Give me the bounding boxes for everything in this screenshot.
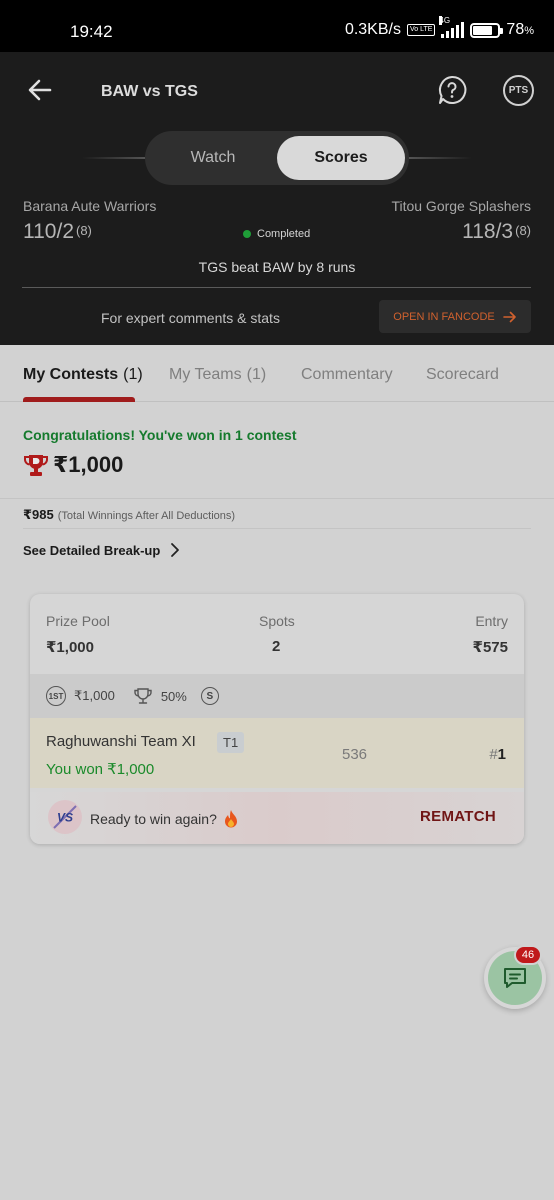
vs-icon: VS xyxy=(48,800,82,834)
status-dot-icon xyxy=(243,230,251,238)
chevron-right-icon xyxy=(171,543,180,557)
tab-my-teams[interactable]: My Teams (1) xyxy=(169,366,266,384)
toggle-scores[interactable]: Scores xyxy=(277,136,405,180)
active-tab-indicator xyxy=(23,397,135,402)
net-winnings: ₹985 (Total Winnings After All Deductions… xyxy=(23,507,236,522)
back-arrow-icon[interactable] xyxy=(24,74,56,106)
divider xyxy=(23,528,531,529)
prize-pool-label: Prize Pool xyxy=(46,613,110,629)
battery-percent: 78% xyxy=(506,21,534,38)
svg-text:VS: VS xyxy=(57,811,73,825)
team-name: Raghuwanshi Team XI xyxy=(46,733,196,750)
trophy-icon xyxy=(24,455,48,476)
help-icon[interactable] xyxy=(436,74,468,106)
team-left-score: 110/2 (8) xyxy=(23,220,92,243)
status-right: 0.3KB/s Vo LTE 4G 78% xyxy=(344,16,534,39)
expert-text: For expert comments & stats xyxy=(101,310,280,326)
divider xyxy=(0,498,554,499)
status-time: 19:42 xyxy=(70,22,113,41)
team-right-score: 118/3 (8) xyxy=(462,220,531,243)
toggle-watch[interactable]: Watch xyxy=(149,136,277,180)
prize-pool-value: ₹1,000 xyxy=(46,639,94,656)
match-title: BAW vs TGS xyxy=(101,83,198,100)
trophy-outline-icon xyxy=(134,688,152,704)
contest-tabs: My Contests (1) My Teams (1) Commentary Sc… xyxy=(0,345,554,402)
tab-commentary[interactable]: Commentary xyxy=(301,366,393,384)
first-prize-icon: 1ST xyxy=(46,686,66,706)
network-speed: 0.3KB/s xyxy=(344,21,401,38)
won-amount-text: You won ₹1,000 xyxy=(46,761,155,778)
team-tag: T1 xyxy=(217,732,245,753)
signal-icon: 4G xyxy=(439,16,465,38)
congrats-text: Congratulations! You've won in 1 contest xyxy=(23,427,297,443)
volte-icon: Vo LTE xyxy=(406,24,436,36)
status-bar: 19:42 0.3KB/s Vo LTE 4G 78% xyxy=(0,0,554,52)
fire-icon xyxy=(224,810,237,828)
tab-my-contests[interactable]: My Contests (1) xyxy=(23,366,143,384)
entry-value: ₹575 xyxy=(472,639,508,656)
winners-percent: 50% xyxy=(160,688,187,704)
team-left-name: Barana Aute Warriors xyxy=(23,198,157,214)
ready-to-win-text: Ready to win again? xyxy=(90,809,239,829)
entry-label: Entry xyxy=(475,613,508,629)
team-rank: #1 xyxy=(489,746,506,763)
rematch-button[interactable]: REMATCH xyxy=(420,808,496,825)
tab-scorecard[interactable]: Scorecard xyxy=(426,366,499,384)
team-right-name: Titou Gorge Splashers xyxy=(391,198,531,214)
rematch-row: VS Ready to win again? REMATCH xyxy=(30,792,524,844)
match-result: TGS beat BAW by 8 runs xyxy=(198,259,356,275)
watch-scores-toggle: Watch Scores xyxy=(145,131,409,185)
chat-badge: 46 xyxy=(514,945,542,965)
points-system-icon[interactable]: PTS xyxy=(503,75,534,106)
match-status: Completed xyxy=(243,228,310,240)
header-divider xyxy=(22,287,531,288)
single-entry-icon: S xyxy=(200,687,219,705)
chat-icon xyxy=(504,968,526,988)
arrow-right-icon xyxy=(502,311,516,322)
contest-card[interactable]: Prize Pool Spots Entry ₹1,000 2 ₹575 1ST… xyxy=(30,594,524,844)
first-prize: ₹1,000 xyxy=(74,688,115,703)
match-header: BAW vs TGS PTS Watch Scores Barana Aute … xyxy=(0,52,554,345)
team-row[interactable]: Raghuwanshi Team XI T1 You won ₹1,000 53… xyxy=(30,718,524,788)
network-type: 4G xyxy=(439,16,451,25)
chat-button[interactable]: 46 xyxy=(484,945,546,1009)
battery-icon xyxy=(470,22,504,38)
team-points: 536 xyxy=(342,746,368,763)
prize-info-row: 1ST ₹1,000 50% S xyxy=(30,674,524,718)
see-breakup-link[interactable]: See Detailed Break-up xyxy=(23,542,180,558)
toggle-decor-right xyxy=(408,157,472,159)
toggle-decor-left xyxy=(82,157,146,159)
open-in-fancode-button[interactable]: OPEN IN FANCODE xyxy=(379,300,531,333)
spots-label: Spots xyxy=(259,613,295,629)
spots-value: 2 xyxy=(272,638,281,655)
win-amount: ₹1,000 xyxy=(53,452,124,477)
